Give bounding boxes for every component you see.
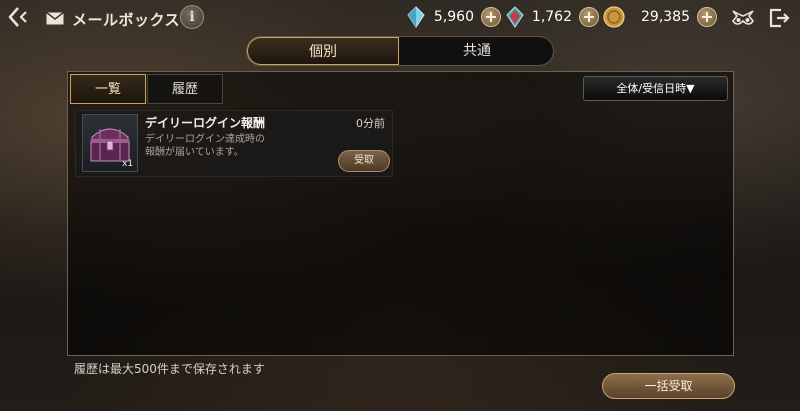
blue-crystal-icon — [407, 6, 425, 28]
history-limit-note: 履歴は最大500件まで保存されます — [74, 362, 265, 376]
gold-coin-icon — [603, 6, 625, 28]
subtab-list[interactable]: 一覧 — [70, 74, 146, 104]
subtab-history[interactable]: 履歴 — [147, 74, 223, 104]
back-arrow-icon — [8, 7, 27, 27]
mail-description-line: デイリーログイン達成時の — [145, 134, 265, 145]
page-title: メールボックス — [72, 11, 181, 29]
gold-count: 29,385 — [641, 9, 690, 25]
add-gold-button[interactable]: + — [697, 7, 717, 27]
crystal-count: 5,960 — [433, 9, 474, 25]
info-button[interactable]: i — [180, 5, 204, 29]
mail-icon — [46, 12, 64, 25]
mail-timestamp: 0分前 — [356, 117, 385, 130]
exit-button[interactable] — [767, 6, 791, 30]
claim-button[interactable]: 受取 — [338, 150, 390, 172]
mask-icon — [732, 10, 754, 25]
tab-common[interactable]: 共通 — [401, 37, 553, 65]
mask-button[interactable] — [731, 8, 755, 28]
red-crystal-count: 1,762 — [531, 9, 572, 25]
red-crystal-icon — [506, 6, 524, 28]
exit-icon — [769, 8, 790, 28]
mail-description-line: 報酬が届いています。 — [145, 147, 244, 158]
bulk-claim-button[interactable]: 一括受取 — [602, 373, 735, 399]
mail-title: デイリーログイン報酬 — [145, 116, 266, 130]
mail-description: デイリーログイン達成時の 報酬が届いています。 — [145, 133, 305, 159]
add-red-crystal-button[interactable]: + — [579, 7, 599, 27]
tab-individual[interactable]: 個別 — [247, 37, 399, 65]
sort-dropdown[interactable]: 全体/受信日時▼ — [583, 76, 728, 101]
back-button[interactable] — [6, 4, 32, 30]
item-quantity: x1 — [122, 159, 134, 169]
add-crystal-button[interactable]: + — [481, 7, 501, 27]
